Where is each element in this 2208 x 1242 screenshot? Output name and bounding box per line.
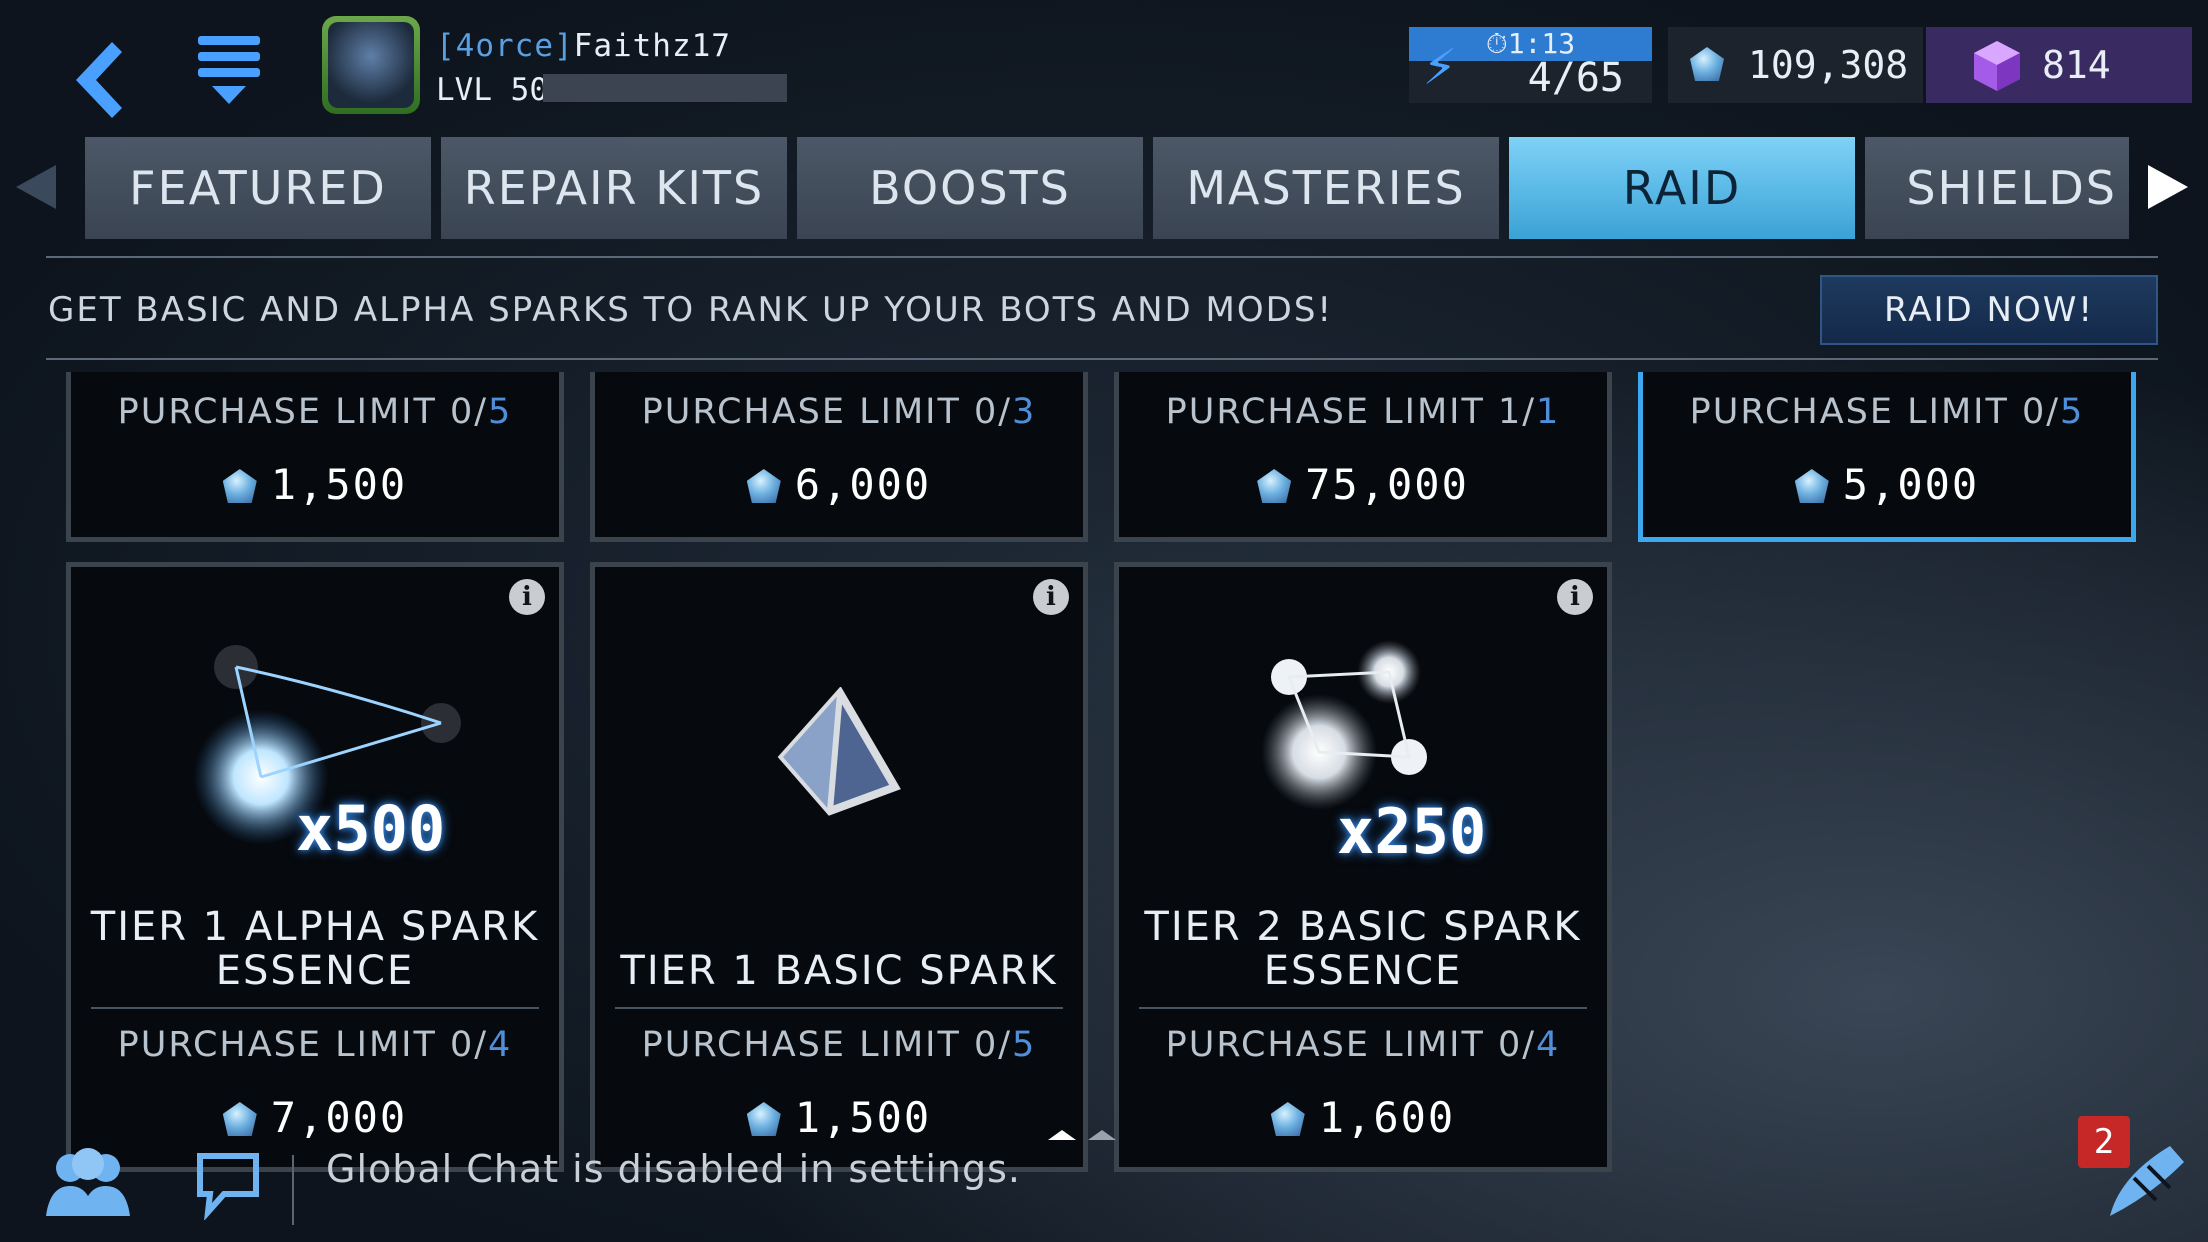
crystals-display[interactable]: 109,308 <box>1668 27 1923 103</box>
price: 5,000 <box>1643 460 2131 509</box>
price: 1,500 <box>595 1093 1083 1142</box>
store-card[interactable]: PURCHASE LIMIT 0/3 6,000 <box>590 372 1088 542</box>
energy-display[interactable]: ⏱1:13 ⚡ 4/65 <box>1409 27 1652 103</box>
crystal-icon <box>222 1102 257 1136</box>
info-icon[interactable]: i <box>509 579 545 615</box>
store-card[interactable]: PURCHASE LIMIT 1/1 75,000 <box>1114 372 1612 542</box>
store-card-selected[interactable]: PURCHASE LIMIT 0/5 5,000 <box>1638 372 2136 542</box>
clan-tag: [4orce] <box>436 28 574 64</box>
purchase-limit: PURCHASE LIMIT 1/1 <box>1165 392 1561 432</box>
purchase-limit: PURCHASE LIMIT 0/5 <box>1689 392 2085 432</box>
menu-icon[interactable] <box>190 30 270 110</box>
tab-masteries[interactable]: MASTERIES <box>1153 137 1499 239</box>
raid-banner-text: GET BASIC AND ALPHA SPARKS TO RANK UP YO… <box>48 290 1334 330</box>
notification-badge: 2 <box>2078 1116 2130 1168</box>
price: 6,000 <box>595 460 1083 509</box>
gems-value: 814 <box>2042 43 2111 87</box>
info-icon[interactable]: i <box>1033 579 1069 615</box>
tabs-scroll-left-icon[interactable] <box>16 165 56 209</box>
tab-repair-kits[interactable]: REPAIR KITS <box>441 137 787 239</box>
back-arrow-icon[interactable] <box>50 30 150 130</box>
tab-raid[interactable]: RAID <box>1509 137 1855 239</box>
tabs-scroll-right-icon[interactable] <box>2148 165 2188 209</box>
player-level: LVL 50 <box>436 72 548 108</box>
chat-message: Global Chat is disabled in settings. <box>326 1147 1021 1191</box>
crystal-icon <box>1270 1102 1305 1136</box>
basic-spark-icon <box>777 687 901 816</box>
purchase-limit: PURCHASE LIMIT 0/4 <box>117 1025 513 1065</box>
price: 75,000 <box>1119 460 1607 509</box>
energy-bolt-icon: ⚡ <box>1423 33 1457 98</box>
raid-now-button[interactable]: RAID NOW! <box>1820 275 2158 345</box>
energy-value: 4/65 <box>1527 55 1624 101</box>
gem-cube-icon <box>1974 41 2020 91</box>
item-title-line1: TIER 2 BASIC SPARK <box>1144 904 1582 950</box>
gems-display[interactable]: 814 <box>1926 27 2192 103</box>
purchase-limit: PURCHASE LIMIT 0/4 <box>1165 1025 1561 1065</box>
card-divider <box>1139 1007 1587 1009</box>
purchase-limit: PURCHASE LIMIT 0/5 <box>641 1025 1037 1065</box>
player-name: [4orce]Faithz17 <box>436 28 731 64</box>
quantity-label: x500 <box>296 792 446 865</box>
chat-separator <box>292 1155 294 1225</box>
quantity-label: x250 <box>1337 795 1487 868</box>
tab-featured[interactable]: FEATURED <box>85 137 431 239</box>
avatar-portrait <box>328 22 414 108</box>
scroll-indicator-icon <box>1048 1130 1116 1140</box>
price: 1,500 <box>71 460 559 509</box>
crystal-icon <box>746 1102 781 1136</box>
store-item-card[interactable]: i x250 TIER 2 BASIC SPARK ESSENCE PURCHA… <box>1114 562 1612 1172</box>
card-divider <box>91 1007 539 1009</box>
purchase-limit: PURCHASE LIMIT 0/5 <box>117 392 513 432</box>
crystal-icon <box>746 469 781 503</box>
item-title-line2: ESSENCE <box>1263 948 1463 994</box>
divider-top <box>46 256 2158 258</box>
player-avatar[interactable] <box>322 16 420 114</box>
card-divider <box>615 1007 1063 1009</box>
purchase-limit: PURCHASE LIMIT 0/3 <box>641 392 1037 432</box>
item-title-line2: TIER 1 BASIC SPARK <box>620 948 1058 994</box>
tab-boosts[interactable]: BOOSTS <box>797 137 1143 239</box>
price: 1,600 <box>1119 1093 1607 1142</box>
divider-bottom <box>46 358 2158 360</box>
crystal-icon <box>1794 469 1829 503</box>
price: 7,000 <box>71 1093 559 1142</box>
store-item-card[interactable]: i TIER 1 BASIC SPARK PURCHASE LIMIT 0/5 … <box>590 562 1088 1172</box>
xp-bar <box>543 74 787 102</box>
crystals-value: 109,308 <box>1748 43 1909 87</box>
item-title-line1: TIER 1 ALPHA SPARK <box>90 904 540 950</box>
store-card[interactable]: PURCHASE LIMIT 0/5 1,500 <box>66 372 564 542</box>
chat-icon[interactable] <box>196 1150 260 1220</box>
crystal-icon <box>222 469 257 503</box>
tab-shields[interactable]: SHIELDS <box>1865 137 2129 239</box>
player-name-text: Faithz17 <box>573 28 731 64</box>
info-icon[interactable]: i <box>1557 579 1593 615</box>
crystal-icon <box>1690 47 1724 81</box>
friends-icon[interactable] <box>40 1148 136 1220</box>
crystal-icon <box>1257 469 1292 503</box>
item-title-line2: ESSENCE <box>215 948 415 994</box>
store-item-card[interactable]: i x500 TIER 1 ALPHA SPARK ESSENCE PURCHA… <box>66 562 564 1172</box>
